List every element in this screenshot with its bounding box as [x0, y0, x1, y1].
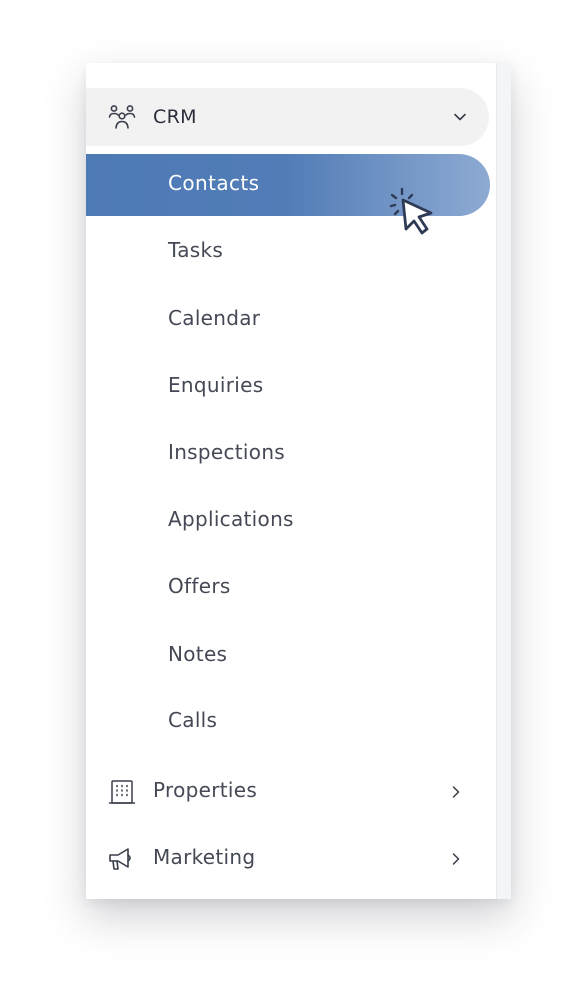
- sidebar-item-crm-label: CRM: [153, 106, 197, 128]
- chevron-down-icon[interactable]: [453, 110, 467, 124]
- sidebar-panel: CRM Contacts Tasks Calendar Enquiries In…: [86, 63, 511, 899]
- scrollbar[interactable]: [496, 63, 511, 899]
- sidebar-item-marketing[interactable]: Marketing: [86, 838, 486, 878]
- chevron-right-icon[interactable]: [449, 852, 463, 866]
- sidebar-item-crm[interactable]: CRM: [86, 88, 489, 146]
- sidebar-item-applications[interactable]: Applications: [168, 507, 294, 531]
- sidebar-item-tasks[interactable]: Tasks: [168, 238, 223, 262]
- sidebar-item-enquiries[interactable]: Enquiries: [168, 373, 263, 397]
- chevron-right-icon[interactable]: [449, 785, 463, 799]
- mouse-cursor-icon: [389, 187, 433, 235]
- megaphone-icon: [109, 848, 131, 870]
- sidebar-item-marketing-label: Marketing: [153, 845, 256, 869]
- building-icon: [108, 780, 136, 804]
- sidebar-item-properties[interactable]: Properties: [86, 771, 486, 811]
- sidebar-item-properties-label: Properties: [153, 778, 258, 802]
- sidebar-item-notes[interactable]: Notes: [168, 642, 227, 666]
- sidebar-item-calls[interactable]: Calls: [168, 708, 217, 732]
- people-group-icon: [108, 105, 136, 129]
- sidebar-item-calendar[interactable]: Calendar: [168, 306, 260, 330]
- sidebar-item-contacts-label: Contacts: [168, 171, 260, 195]
- sidebar-item-inspections[interactable]: Inspections: [168, 440, 285, 464]
- sidebar-item-offers[interactable]: Offers: [168, 574, 231, 598]
